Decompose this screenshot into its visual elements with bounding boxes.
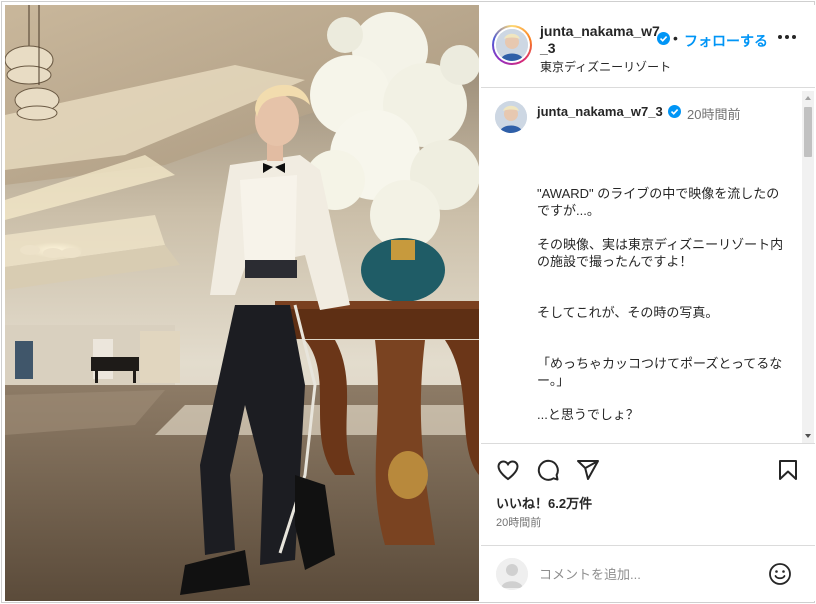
caption-line: その映像、実は東京ディズニーリゾート内の施設で撮ったんですよ！: [537, 237, 784, 269]
action-bar: いいね！6.2万件 20時間前: [481, 443, 815, 545]
caption-text: "AWARD" のライブの中で映像を流したのですが...。 その映像、実は東京デ…: [537, 185, 787, 423]
heart-icon[interactable]: [496, 458, 520, 482]
caption-avatar[interactable]: [495, 101, 527, 133]
scroll-thumb[interactable]: [804, 107, 812, 157]
likes-count[interactable]: いいね！6.2万件: [496, 493, 592, 512]
header-username[interactable]: junta_nakama_w7 _3: [540, 23, 664, 57]
avatar-image: [496, 29, 528, 61]
caption-line: ...と思うでしょ？: [537, 407, 639, 422]
post-dialog: junta_nakama_w7 _3 • フォローする 東京ディズニーリゾート: [1, 1, 815, 603]
caption-line: "AWARD" のライブの中で映像を流したのですが...。: [537, 186, 780, 218]
bookmark-icon[interactable]: [776, 458, 800, 482]
caption-line: 「めっちゃカッコつけてポーズとってるなー。」: [537, 356, 783, 388]
post-sidebar: junta_nakama_w7 _3 • フォローする 東京ディズニーリゾート: [481, 5, 815, 601]
comment-input[interactable]: [539, 558, 759, 590]
separator-dot: •: [673, 30, 678, 46]
photo-image: [5, 5, 479, 601]
share-icon[interactable]: [576, 458, 600, 482]
caption-area: junta_nakama_w7_3 20時間前 "AWARD" のライブの中で映…: [481, 89, 815, 443]
post-timestamp[interactable]: 20時間前: [496, 514, 541, 530]
comment-bar: [481, 545, 815, 601]
caption-username[interactable]: junta_nakama_w7_3: [537, 104, 663, 119]
emoji-icon[interactable]: [768, 562, 792, 586]
caption-line: そしてこれが、その時の写真。: [537, 305, 719, 320]
more-horizontal-icon[interactable]: [778, 35, 796, 41]
verified-icon: [657, 32, 670, 45]
follow-button[interactable]: フォローする: [684, 31, 768, 51]
scroll-up-arrow[interactable]: [805, 96, 811, 100]
scroll-down-arrow[interactable]: [805, 434, 811, 438]
current-user-avatar: [496, 558, 528, 590]
location-link[interactable]: 東京ディズニーリゾート: [540, 58, 671, 75]
profile-avatar[interactable]: [492, 25, 532, 65]
caption-time[interactable]: 20時間前: [687, 104, 740, 123]
verified-icon: [668, 105, 681, 118]
post-header: junta_nakama_w7 _3 • フォローする 東京ディズニーリゾート: [481, 5, 815, 88]
comment-icon[interactable]: [536, 458, 560, 482]
caption-scrollbar[interactable]: [802, 91, 814, 443]
post-photo[interactable]: [5, 5, 479, 601]
